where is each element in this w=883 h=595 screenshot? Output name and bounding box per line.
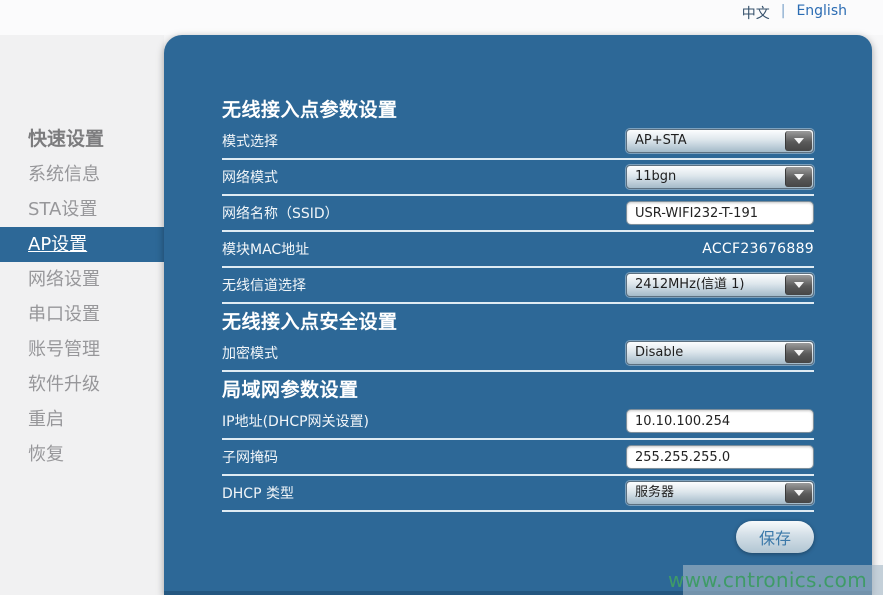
sidebar-item-system-info[interactable]: 系统信息	[0, 157, 164, 192]
section-title-ap-security: 无线接入点安全设置	[222, 309, 814, 335]
encryption-label: 加密模式	[222, 343, 278, 363]
watermark-text: www.cntronics.com	[668, 568, 867, 592]
settings-form: 无线接入点参数设置 模式选择 AP+STA 网络模式 11bgn 网络名称（SS…	[222, 35, 814, 553]
subnet-mask-input[interactable]	[626, 445, 814, 469]
lang-separator: |	[781, 3, 786, 19]
sidebar-item-account-mgmt[interactable]: 账号管理	[0, 332, 164, 367]
sidebar-item-network-settings[interactable]: 网络设置	[0, 262, 164, 297]
section-title-ap-params: 无线接入点参数设置	[222, 97, 814, 123]
chevron-down-icon[interactable]	[785, 483, 812, 503]
chevron-down-icon[interactable]	[785, 167, 812, 187]
sidebar-menu: 快速设置 系统信息 STA设置 AP设置 网络设置 串口设置 账号管理 软件升级…	[0, 122, 164, 472]
mode-label: 模式选择	[222, 131, 278, 151]
mode-select-value: AP+STA	[627, 130, 687, 152]
sidebar-item-sta-settings[interactable]: STA设置	[0, 192, 164, 227]
row-dhcp-type: DHCP 类型 服务器	[222, 476, 814, 512]
row-mac-address: 模块MAC地址 ACCF23676889	[222, 232, 814, 268]
row-network-mode: 网络模式 11bgn	[222, 160, 814, 196]
encryption-select-value: Disable	[627, 342, 683, 364]
mode-select[interactable]: AP+STA	[626, 129, 814, 153]
channel-label: 无线信道选择	[222, 275, 306, 295]
ip-address-input[interactable]	[626, 409, 814, 433]
network-mode-label: 网络模式	[222, 167, 278, 187]
channel-select[interactable]: 2412MHz(信道 1)	[626, 273, 814, 297]
dhcp-type-select[interactable]: 服务器	[626, 481, 814, 505]
chevron-down-icon[interactable]	[785, 343, 812, 363]
save-button[interactable]: 保存	[736, 521, 814, 553]
save-row: 保存	[222, 521, 814, 553]
row-mode: 模式选择 AP+STA	[222, 124, 814, 160]
watermark: www.cntronics.com	[683, 565, 883, 595]
lang-chinese-link[interactable]: 中文	[742, 3, 770, 23]
row-ssid: 网络名称（SSID）	[222, 196, 814, 232]
dhcp-type-label: DHCP 类型	[222, 483, 294, 503]
ssid-label: 网络名称（SSID）	[222, 203, 339, 223]
dhcp-type-select-value: 服务器	[627, 482, 674, 504]
sidebar-item-restart[interactable]: 重启	[0, 402, 164, 437]
language-bar: 中文 | English	[0, 0, 883, 35]
sidebar-item-restore[interactable]: 恢复	[0, 437, 164, 472]
chevron-down-icon[interactable]	[785, 275, 812, 295]
sidebar-item-ap-settings[interactable]: AP设置	[0, 227, 164, 262]
subnet-mask-label: 子网掩码	[222, 447, 278, 467]
section-title-lan-params: 局域网参数设置	[222, 377, 814, 403]
network-mode-select[interactable]: 11bgn	[626, 165, 814, 189]
ip-address-label: IP地址(DHCP网关设置)	[222, 411, 369, 431]
ssid-input[interactable]	[626, 201, 814, 225]
settings-panel: 无线接入点参数设置 模式选择 AP+STA 网络模式 11bgn 网络名称（SS…	[164, 35, 872, 595]
row-encryption: 加密模式 Disable	[222, 336, 814, 372]
mac-address-value: ACCF23676889	[702, 241, 814, 257]
sidebar-item-quick-setup[interactable]: 快速设置	[0, 122, 164, 157]
lang-english-link[interactable]: English	[796, 3, 847, 19]
sidebar-item-serial-settings[interactable]: 串口设置	[0, 297, 164, 332]
chevron-down-icon[interactable]	[785, 131, 812, 151]
sidebar-item-firmware-upgrade[interactable]: 软件升级	[0, 367, 164, 402]
channel-select-value: 2412MHz(信道 1)	[627, 274, 744, 296]
row-subnet-mask: 子网掩码	[222, 440, 814, 476]
mac-address-label: 模块MAC地址	[222, 239, 309, 259]
network-mode-select-value: 11bgn	[627, 166, 676, 188]
encryption-select[interactable]: Disable	[626, 341, 814, 365]
row-channel: 无线信道选择 2412MHz(信道 1)	[222, 268, 814, 304]
row-ip-address: IP地址(DHCP网关设置)	[222, 404, 814, 440]
sidebar: 快速设置 系统信息 STA设置 AP设置 网络设置 串口设置 账号管理 软件升级…	[0, 35, 164, 595]
